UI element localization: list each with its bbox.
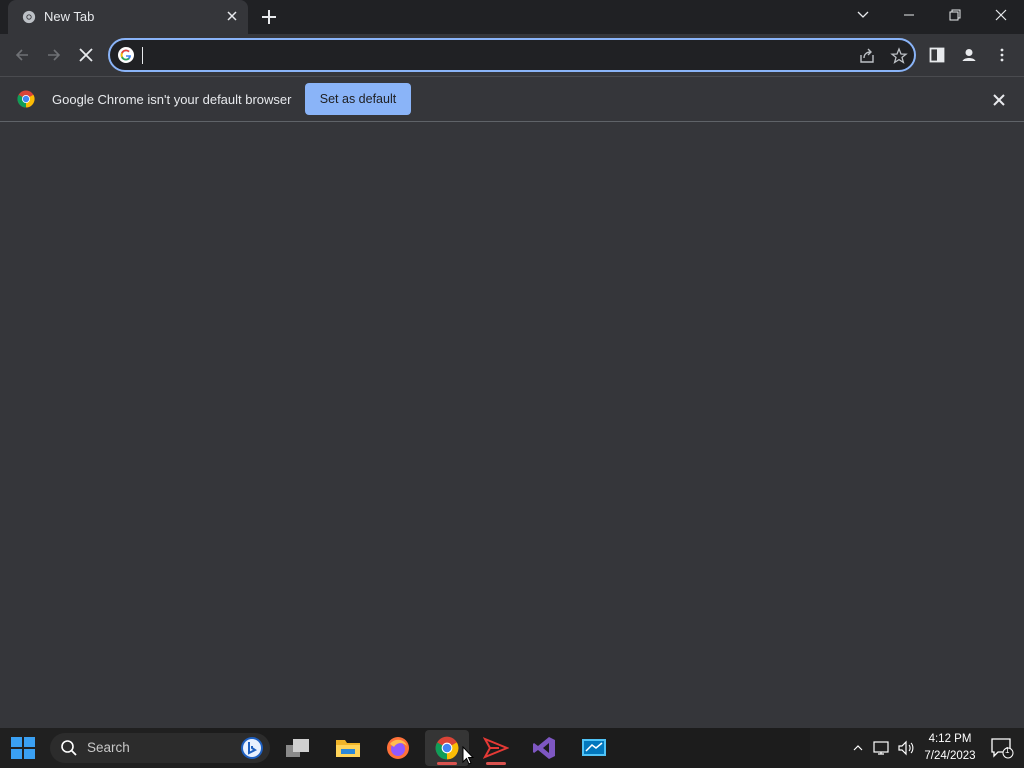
profile-button[interactable] — [957, 43, 981, 67]
new-tab-plus-icon[interactable] — [259, 7, 279, 27]
tab-close-icon[interactable] — [224, 8, 240, 24]
visual-studio-icon — [533, 737, 555, 759]
page-content — [0, 122, 1024, 728]
taskbar-app-send[interactable] — [474, 730, 518, 766]
forward-button[interactable] — [42, 43, 66, 67]
firefox-icon — [387, 737, 409, 759]
windows-start-icon[interactable] — [11, 737, 35, 759]
taskbar: Search 4:12 PM 7/24/2023 1 — [0, 728, 1024, 768]
bing-icon[interactable] — [240, 736, 264, 760]
minimize-icon — [904, 14, 914, 16]
taskbar-app-file-explorer[interactable] — [326, 730, 370, 766]
taskbar-app-control-panel[interactable] — [572, 730, 616, 766]
speaker-icon — [898, 740, 914, 756]
running-indicator — [486, 762, 506, 765]
network-button[interactable] — [872, 728, 892, 768]
arrow-left-icon — [15, 49, 28, 61]
file-explorer-icon — [336, 740, 360, 757]
google-g-icon — [118, 47, 134, 63]
toolbar — [0, 34, 1024, 76]
share-icon[interactable] — [858, 47, 876, 65]
back-button[interactable] — [10, 43, 34, 67]
chrome-favicon-icon — [22, 10, 36, 24]
chrome-logo-icon — [17, 90, 35, 108]
volume-button[interactable] — [896, 728, 916, 768]
notification-center-button[interactable]: 1 — [990, 737, 1014, 759]
address-bar[interactable] — [108, 38, 916, 72]
side-panel-button[interactable] — [925, 43, 949, 67]
send-app-icon — [483, 737, 509, 759]
network-icon — [873, 741, 889, 755]
minimize-button[interactable] — [886, 0, 932, 30]
notification-count: 1 — [1005, 746, 1010, 755]
close-icon — [995, 9, 1007, 21]
tab-title: New Tab — [44, 9, 95, 24]
close-window-button[interactable] — [978, 0, 1024, 30]
side-panel-icon — [929, 47, 945, 63]
stop-x-icon — [79, 48, 93, 62]
taskbar-search-box[interactable]: Search — [50, 733, 270, 763]
default-browser-infobar: Google Chrome isn't your default browser… — [0, 76, 1024, 122]
clock-time: 4:12 PM — [928, 733, 972, 745]
set-as-default-button[interactable]: Set as default — [305, 83, 411, 115]
profile-avatar-icon — [960, 46, 978, 64]
bookmark-star-icon[interactable] — [890, 47, 908, 65]
menu-button[interactable] — [990, 43, 1014, 67]
taskbar-app-visual-studio[interactable] — [522, 730, 566, 766]
tab-strip: New Tab — [0, 0, 1024, 34]
text-caret — [142, 47, 143, 64]
task-view-icon — [286, 739, 309, 757]
taskbar-clock[interactable]: 4:12 PM 7/24/2023 — [918, 731, 982, 765]
infobar-message: Google Chrome isn't your default browser — [52, 92, 292, 107]
address-input[interactable] — [142, 45, 842, 65]
restore-icon — [949, 9, 961, 21]
restore-button[interactable] — [932, 0, 978, 30]
arrow-right-icon — [48, 49, 61, 61]
taskbar-app-task-view[interactable] — [276, 730, 320, 766]
stop-loading-button[interactable] — [74, 43, 98, 67]
infobar-close-icon[interactable] — [990, 91, 1008, 109]
chrome-icon — [435, 736, 459, 760]
clock-date: 7/24/2023 — [924, 750, 976, 762]
show-hidden-icons-button[interactable] — [848, 728, 868, 768]
taskbar-app-firefox[interactable] — [376, 730, 420, 766]
chrome-window: New Tab Google Chrome isn't your default… — [0, 0, 1024, 728]
kebab-menu-icon — [1000, 48, 1004, 62]
notification-icon — [991, 738, 1014, 759]
chevron-down-icon — [857, 11, 869, 18]
mouse-cursor-icon — [462, 746, 474, 765]
search-icon — [61, 740, 77, 756]
search-label: Search — [87, 740, 130, 755]
chevron-up-icon — [853, 745, 863, 751]
tab-search-button[interactable] — [840, 0, 886, 30]
active-indicator — [437, 762, 457, 765]
control-panel-icon — [582, 739, 606, 756]
tab-new-tab[interactable]: New Tab — [8, 0, 248, 34]
